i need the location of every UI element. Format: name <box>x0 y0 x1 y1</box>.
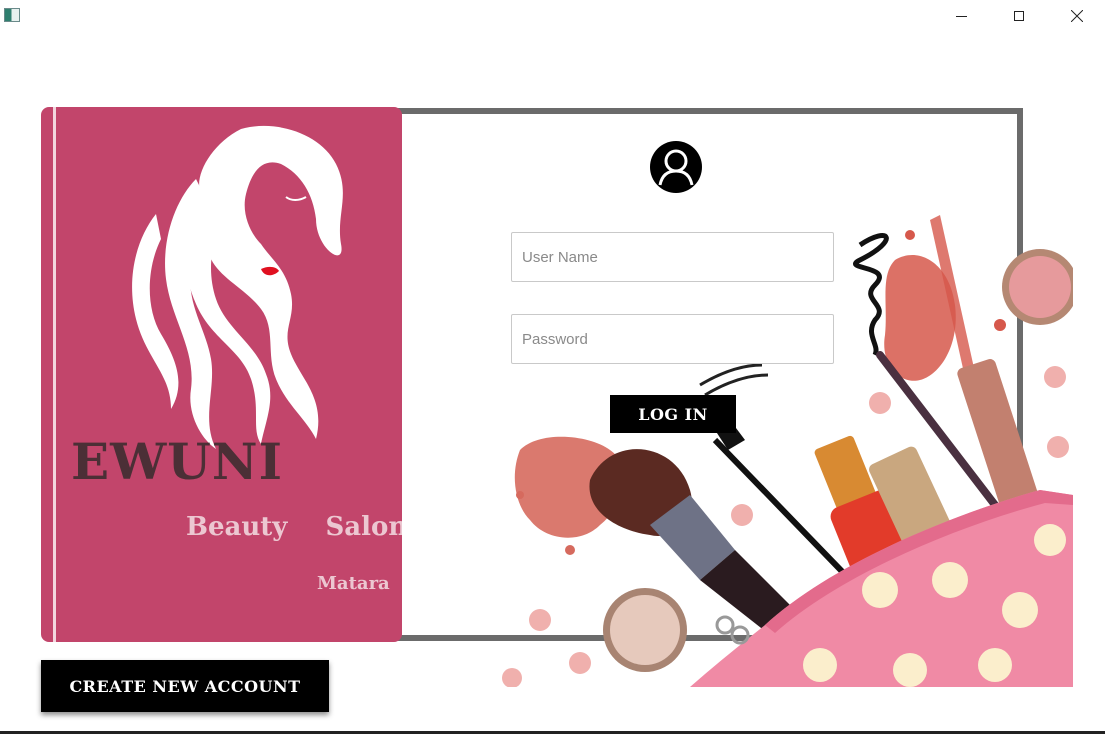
close-button[interactable] <box>1054 0 1100 32</box>
brand-subtitle: Beauty Salon <box>186 512 402 542</box>
minimize-button[interactable] <box>938 0 984 32</box>
minimize-icon <box>955 15 967 17</box>
maximize-button[interactable] <box>996 0 1042 32</box>
user-avatar-icon <box>650 141 702 193</box>
username-input[interactable] <box>511 232 834 282</box>
panel-stripe <box>53 107 56 642</box>
close-icon <box>1071 10 1083 22</box>
woman-face-logo <box>132 125 343 449</box>
brand-panel: EWUNI Beauty Salon Matara <box>41 107 402 642</box>
window-titlebar <box>0 0 1105 32</box>
brand-city: Matara <box>317 573 390 594</box>
password-input[interactable] <box>511 314 834 364</box>
maximize-icon <box>1014 11 1024 21</box>
create-account-button[interactable]: CREATE NEW ACCOUNT <box>41 660 329 712</box>
brand-name: EWUNI <box>71 432 283 491</box>
login-button[interactable]: LOG IN <box>610 395 736 433</box>
app-icon <box>4 8 20 22</box>
